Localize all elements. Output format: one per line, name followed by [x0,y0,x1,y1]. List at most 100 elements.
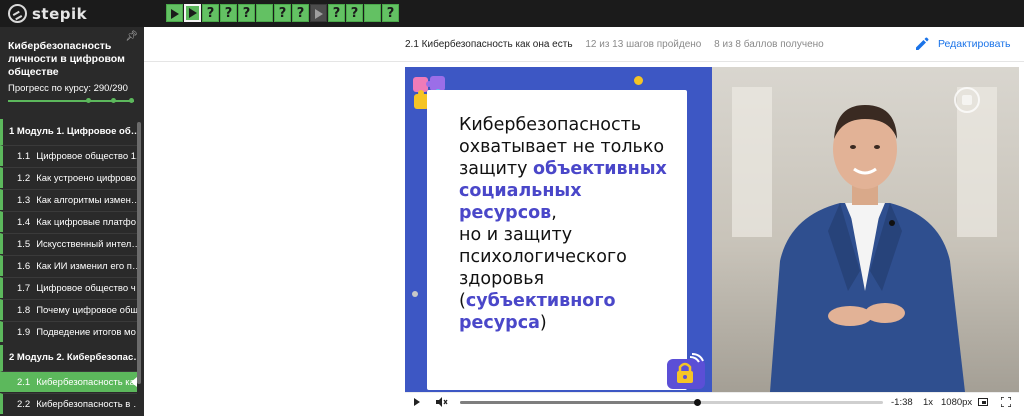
progress-marker [129,98,134,103]
lesson-title: 2.1 Кибербезопасность как она есть [405,39,573,50]
lesson-number: 1.7 [17,283,31,294]
lock-icon [667,353,705,389]
play-icon [314,9,323,19]
play-icon [188,8,197,18]
lesson-number: 2.1 [17,377,31,388]
lesson-number: 2.2 [17,399,31,410]
pip-icon[interactable] [978,398,988,406]
lesson-item-1-6[interactable]: 1.6 Как ИИ изменил его п… [0,255,137,276]
fullscreen-icon[interactable] [1001,397,1011,407]
lesson-title: Как цифровые платфо… [36,217,137,228]
step-2[interactable] [184,4,201,22]
step-13[interactable]: ? [382,4,399,22]
lesson-item-1-2[interactable]: 1.2 Как устроено цифрово… [0,167,137,188]
step-1[interactable] [166,4,183,22]
slide-text-part: ( [459,291,466,311]
slide-line: психологического [459,247,627,267]
steps-progress: 12 из 13 шагов пройдено [585,39,702,50]
lesson-item-1-9[interactable]: 1.9 Подведение итогов мо… [0,321,137,342]
step-4[interactable]: ? [220,4,237,22]
slide-text-part: ) [539,313,547,333]
lesson-number: 1.1 [17,151,31,162]
pencil-icon [916,37,929,50]
step-7[interactable]: ? [274,4,291,22]
progress-label: Прогресс по курсу: [8,83,91,94]
lesson-item-1-7[interactable]: 1.7 Цифровое общество ч… [0,277,137,298]
channel-watermark-icon [954,87,980,113]
course-sidebar: 📌︎ Кибербезопасность личности в цифровом… [0,27,144,416]
decor-dot [634,76,643,85]
top-bar: stepik ???????? [0,0,1024,27]
course-title[interactable]: Кибербезопасность личности в цифровом об… [8,40,128,79]
time-remaining: -1:38 [891,397,913,408]
slide-highlight: социальных ресурсов [459,181,582,223]
lesson-title: Как устроено цифрово… [36,173,137,184]
lesson-number: 1.2 [17,173,31,184]
step-9[interactable] [310,4,327,22]
stepik-logo-icon [8,4,27,23]
lesson-number: 1.9 [17,327,31,338]
presenter-video [712,67,1019,392]
slide-line: Кибербезопасность [459,115,642,135]
quality-button[interactable]: 1080px [941,397,972,408]
lesson-item-1-8[interactable]: 1.8 Почему цифровое общ… [0,299,137,320]
lesson-item-2-2[interactable]: 2.2 Кибербезопасность в … [0,393,137,414]
lesson-title: Кибербезопасность в … [36,399,137,410]
lesson-title: Подведение итогов мо… [36,327,137,338]
lesson-item-1-4[interactable]: 1.4 Как цифровые платфо… [0,211,137,232]
step-5[interactable]: ? [238,4,255,22]
slide-text-part: защиту [459,159,533,179]
header-divider [144,61,1024,62]
video-player[interactable]: Кибербезопасность охватывает не только з… [405,67,1019,411]
step-10[interactable]: ? [328,4,345,22]
slide-text-part: , [551,203,557,223]
module-item-1[interactable]: 1 Модуль 1. Цифровое об… [0,119,137,145]
video-slide: Кибербезопасность охватывает не только з… [405,67,712,392]
progress-bar [8,98,134,103]
module-item-2[interactable]: 2 Модуль 2. Кибербезопас… [0,345,137,371]
sidebar-scrollbar[interactable] [137,122,141,384]
lesson-number: 1.6 [17,261,31,272]
lesson-number: 1.8 [17,305,31,316]
seek-bar[interactable] [460,399,883,406]
lesson-title: Цифровое общество ч… [36,283,137,294]
step-11[interactable]: ? [346,4,363,22]
slide-card: Кибербезопасность охватывает не только з… [427,90,687,390]
step-12[interactable] [364,4,381,22]
play-icon[interactable] [414,398,420,406]
course-progress: Прогресс по курсу: 290/290 [8,83,128,94]
step-navigation: ???????? [166,4,400,22]
lesson-number: 1.4 [17,217,31,228]
speed-button[interactable]: 1x [923,397,933,408]
lesson-item-1-1[interactable]: 1.1 Цифровое общество 1.0 [0,145,137,166]
step-3[interactable]: ? [202,4,219,22]
lesson-title: Кибербезопасность ка… [36,377,137,388]
slide-line: но и защиту [459,225,573,245]
brand-name: stepik [32,4,88,23]
slide-line: защиту объективных [459,158,684,180]
points-progress: 8 из 8 баллов получено [714,39,824,50]
lesson-item-1-5[interactable]: 1.5 Искусственный интел… [0,233,137,254]
seek-handle[interactable] [694,399,701,406]
lesson-header: 2.1 Кибербезопасность как она есть 12 из… [405,39,824,50]
mute-icon[interactable] [436,397,448,407]
seek-played [460,401,697,404]
slide-line: (субъективного ресурса) [459,290,684,334]
edit-button[interactable]: Редактировать [914,36,1011,52]
progress-marker [86,98,91,103]
step-8[interactable]: ? [292,4,309,22]
lesson-item-1-3[interactable]: 1.3 Как алгоритмы измен… [0,189,137,210]
slide-line: здоровья [459,269,545,289]
stepik-logo[interactable]: stepik [8,4,87,23]
step-6[interactable] [256,4,273,22]
lesson-title: Как ИИ изменил его п… [36,261,137,272]
presenter-figure [770,105,965,392]
progress-marker [111,98,116,103]
edit-label: Редактировать [938,38,1011,50]
lesson-title: Цифровое общество 1.0 [36,151,137,162]
slide-highlight: объективных [533,159,667,179]
lesson-title: Как алгоритмы измен… [36,195,137,206]
decor-dot [412,291,418,297]
lesson-item-2-1[interactable]: 2.1 Кибербезопасность ка… [0,371,137,392]
slide-highlight: субъективного ресурса [459,291,616,333]
